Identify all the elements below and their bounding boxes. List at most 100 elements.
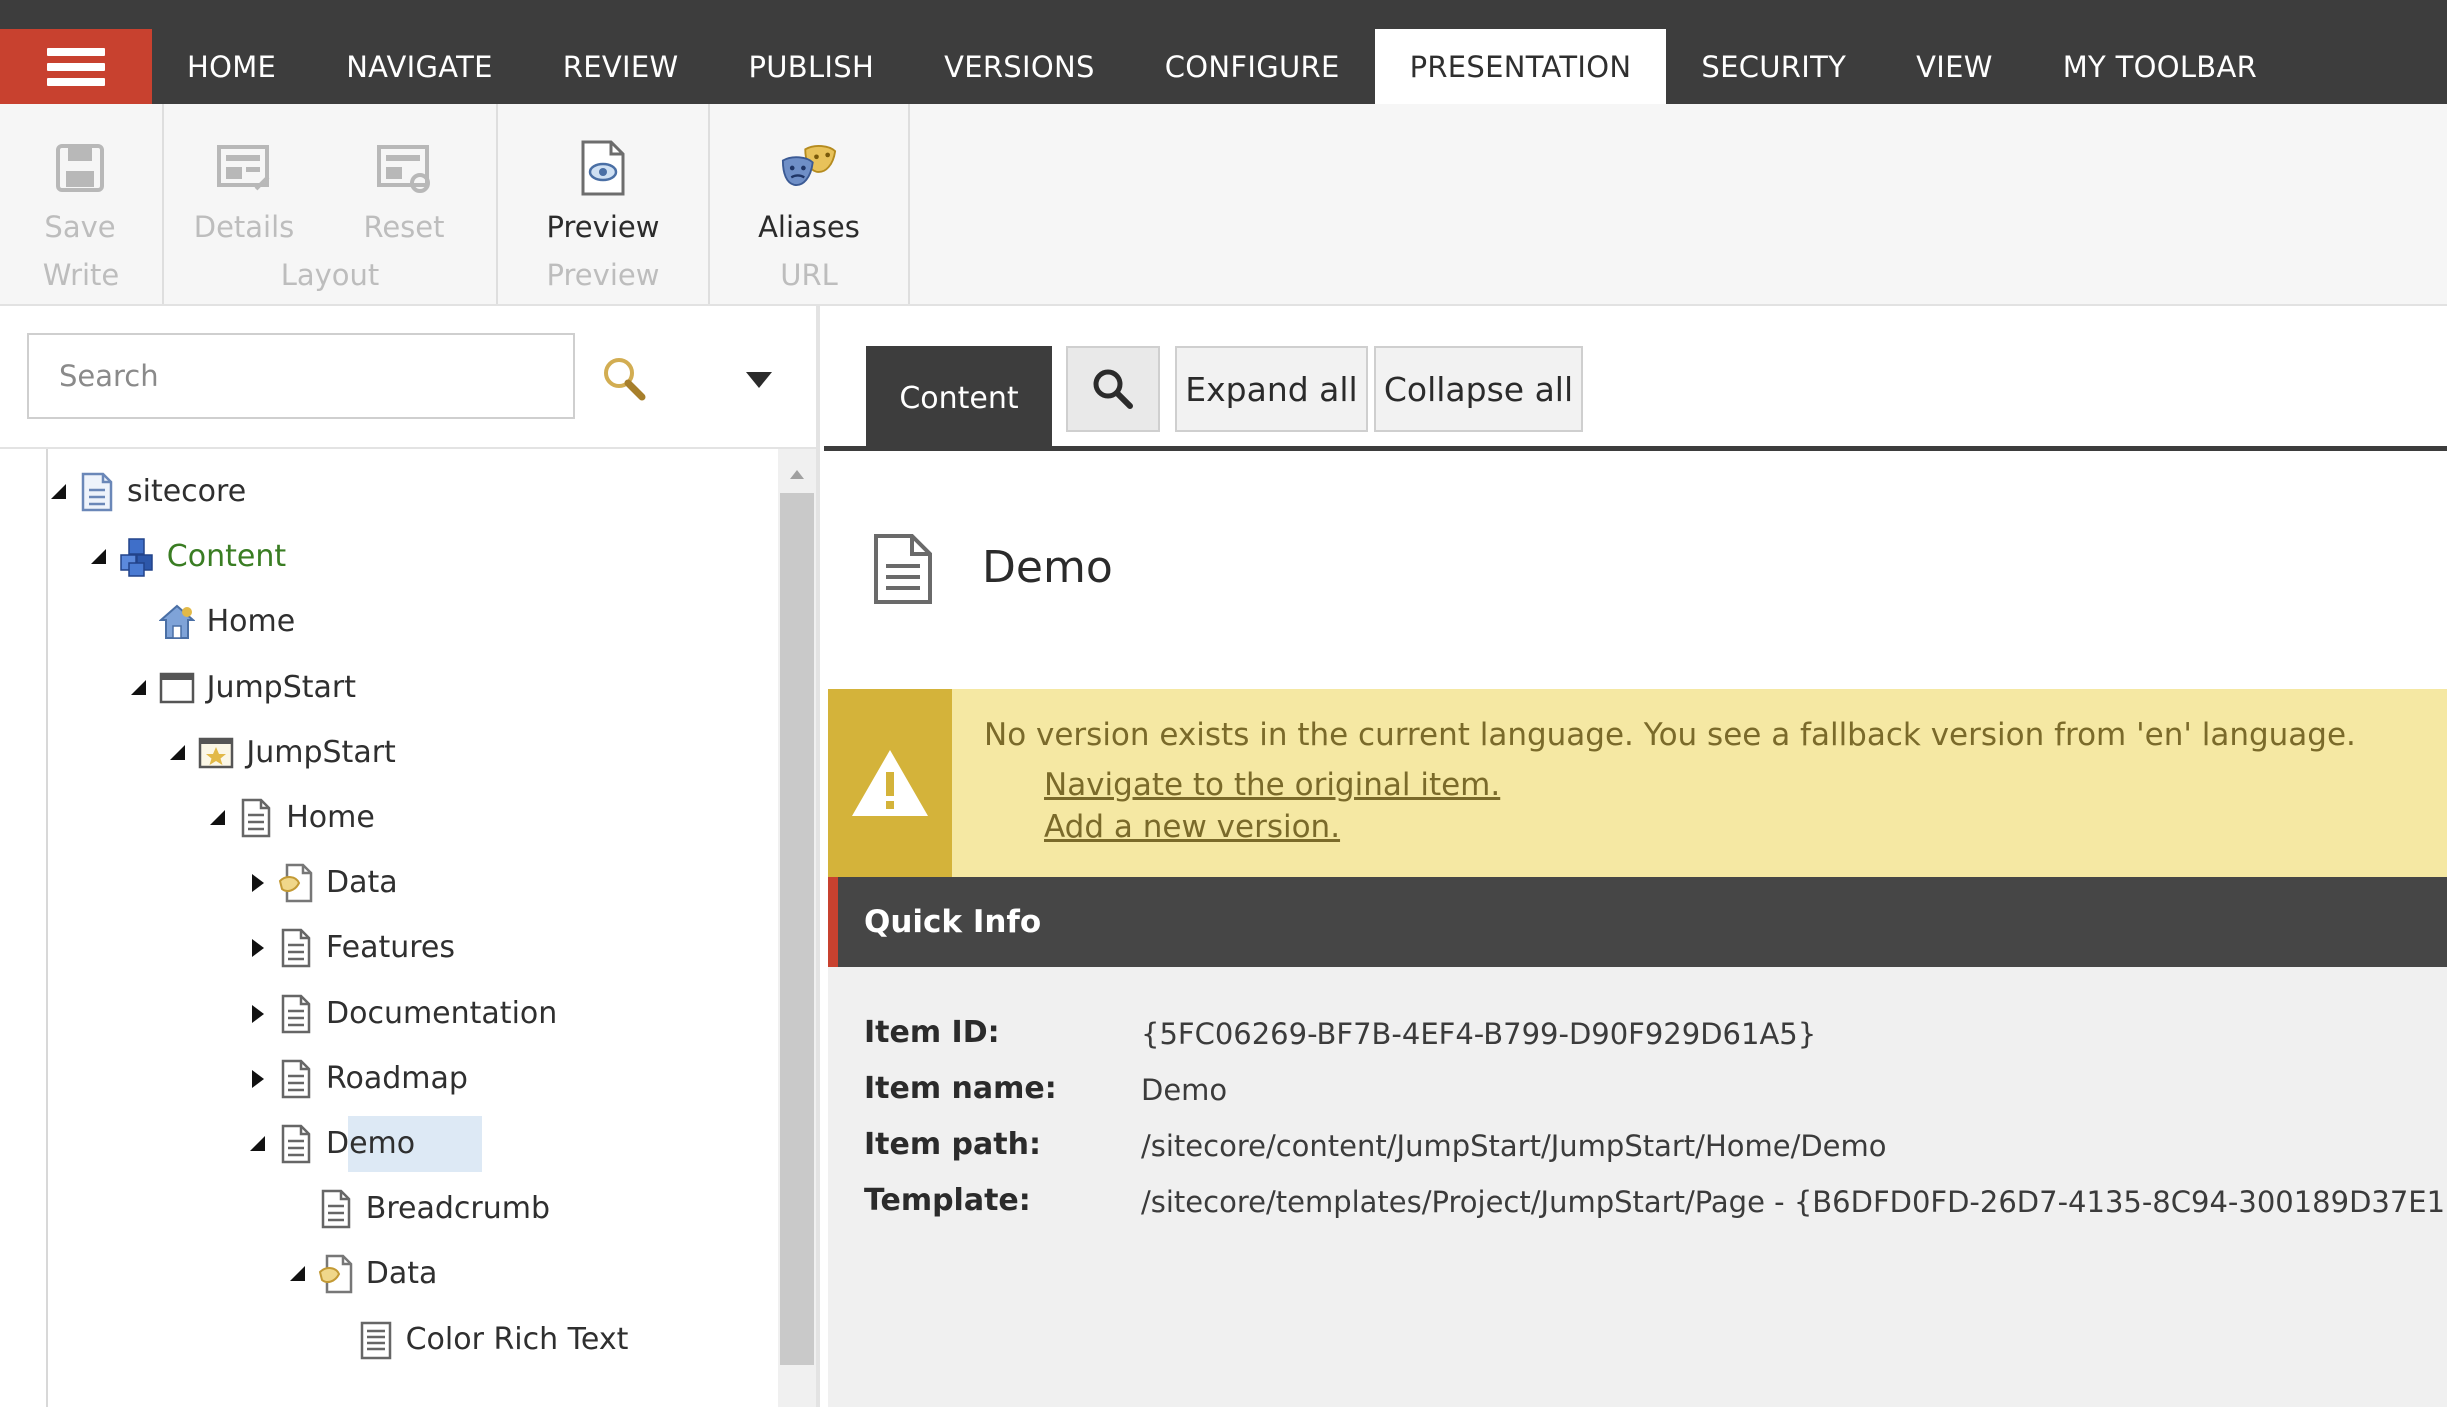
tree-node-content[interactable]: Content: [48, 529, 778, 585]
collapse-arrow-icon[interactable]: [48, 481, 70, 503]
quick-info-row-template: Template: /sitecore/templates/Project/Ju…: [828, 1177, 2447, 1227]
editor-search-button[interactable]: [1066, 346, 1160, 432]
page-icon: [870, 532, 936, 606]
quick-info-section-header[interactable]: Quick Info: [828, 877, 2447, 967]
quick-info-section: Item ID: {5FC06269-BF7B-4EF4-B799-D90F92…: [828, 967, 2447, 1407]
content-tree: sitecore Content Home JumpStart JumpStart Hom…: [46, 449, 778, 1407]
warning-triangle-icon: [852, 750, 928, 816]
tree-node-label[interactable]: Features: [326, 930, 455, 965]
tab-publish[interactable]: PUBLISH: [713, 29, 909, 104]
ribbon-tab-strip: HOME NAVIGATE REVIEW PUBLISH VERSIONS CO…: [152, 29, 2292, 104]
content-cubes-icon: [120, 538, 153, 577]
tree-node-data[interactable]: Data: [48, 855, 778, 911]
aliases-button[interactable]: Aliases: [710, 140, 908, 244]
tree-node-documentation[interactable]: Documentation: [48, 986, 778, 1042]
collapse-arrow-icon[interactable]: [207, 807, 229, 829]
tab-review[interactable]: REVIEW: [528, 29, 714, 104]
tree-node-demo[interactable]: Demo: [48, 1116, 778, 1172]
item-path-value[interactable]: /sitecore/content/JumpStart/JumpStart/Ho…: [1141, 1129, 1887, 1163]
expand-all-button[interactable]: Expand all: [1175, 346, 1368, 432]
scrollbar-thumb[interactable]: [780, 493, 814, 1365]
page-icon: [281, 929, 311, 968]
expand-arrow-icon[interactable]: [247, 937, 269, 959]
tree-node-label[interactable]: Data: [326, 865, 398, 900]
tree-scrollbar[interactable]: [778, 449, 816, 1407]
template-value[interactable]: /sitecore/templates/Project/JumpStart/Pa…: [1141, 1185, 2447, 1219]
tree-node-label[interactable]: Breadcrumb: [366, 1191, 550, 1226]
tree-node-label[interactable]: Home: [207, 604, 296, 639]
tree-node-label[interactable]: Demo: [326, 1126, 415, 1161]
ribbon-group-label: Write: [42, 258, 120, 292]
tree-node-label[interactable]: Documentation: [326, 996, 557, 1031]
collapse-arrow-icon[interactable]: [247, 1133, 269, 1155]
site-star-icon: [199, 737, 234, 769]
tree-node-data[interactable]: Data: [48, 1246, 778, 1302]
quick-info-label: Template:: [864, 1183, 1031, 1218]
tree-node-label[interactable]: Data: [366, 1256, 438, 1291]
tab-home[interactable]: HOME: [152, 29, 311, 104]
tab-view[interactable]: VIEW: [1881, 29, 2028, 104]
chevron-down-icon: [746, 372, 772, 388]
layout-reset-button[interactable]: Reset: [354, 140, 454, 244]
layout-details-button[interactable]: Details: [194, 140, 294, 244]
tree-node-label[interactable]: Content: [167, 539, 286, 574]
tree-node-roadmap[interactable]: Roadmap: [48, 1051, 778, 1107]
collapse-all-button[interactable]: Collapse all: [1374, 346, 1583, 432]
item-name-value[interactable]: Demo: [1141, 1073, 1227, 1107]
expand-arrow-icon[interactable]: [247, 1068, 269, 1090]
tab-security[interactable]: SECURITY: [1666, 29, 1881, 104]
hamburger-menu-button[interactable]: [0, 29, 152, 104]
document-blue-icon: [81, 472, 113, 512]
tree-search-button[interactable]: [600, 354, 650, 404]
preview-icon: [575, 140, 631, 196]
tree-node-home[interactable]: Home: [48, 594, 778, 650]
home-icon: [158, 605, 195, 640]
tree-node-label[interactable]: Home: [286, 800, 375, 835]
scroll-up-icon[interactable]: [788, 467, 806, 481]
item-id-value[interactable]: {5FC06269-BF7B-4EF4-B799-D90F929D61A5}: [1141, 1017, 1816, 1051]
tree-node-jumpstart[interactable]: JumpStart: [48, 725, 778, 781]
data-folder-icon: [318, 1255, 353, 1294]
add-new-version-link[interactable]: Add a new version.: [1044, 809, 1340, 845]
collapse-arrow-icon[interactable]: [88, 546, 110, 568]
ribbon-group-layout: Details Reset Layout: [164, 104, 498, 304]
tab-configure[interactable]: CONFIGURE: [1130, 29, 1375, 104]
tab-presentation[interactable]: PRESENTATION: [1374, 29, 1667, 104]
tree-node-breadcrumb[interactable]: Breadcrumb: [48, 1181, 778, 1237]
collapse-arrow-icon[interactable]: [287, 1263, 309, 1285]
content-tree-panel: sitecore Content Home JumpStart JumpStart Hom…: [0, 306, 820, 1407]
save-button[interactable]: Save: [0, 140, 160, 244]
quick-info-row-item-path: Item path: /sitecore/content/JumpStart/J…: [828, 1121, 2447, 1171]
tab-versions[interactable]: VERSIONS: [909, 29, 1130, 104]
data-folder-icon: [278, 863, 313, 903]
tree-node-sitecore[interactable]: sitecore: [48, 464, 778, 520]
tree-node-label[interactable]: Color Rich Text: [406, 1322, 629, 1357]
ribbon-group-url: Aliases URL: [710, 104, 910, 304]
content-tab[interactable]: Content: [866, 346, 1052, 450]
tree-node-jumpstart[interactable]: JumpStart: [48, 660, 778, 716]
expand-arrow-icon[interactable]: [247, 872, 269, 894]
quick-info-label: Item path:: [864, 1127, 1041, 1162]
tree-node-label[interactable]: JumpStart: [246, 735, 395, 770]
quick-info-row-item-name: Item name: Demo: [828, 1065, 2447, 1115]
search-input[interactable]: [27, 333, 575, 419]
preview-button[interactable]: Preview: [498, 140, 708, 244]
warning-side-bar: [828, 689, 952, 877]
navigate-to-original-link[interactable]: Navigate to the original item.: [1044, 767, 1500, 803]
tree-node-features[interactable]: Features: [48, 920, 778, 976]
tree-node-home[interactable]: Home: [48, 790, 778, 846]
search-options-dropdown[interactable]: [742, 366, 776, 392]
tree-node-label[interactable]: sitecore: [127, 474, 246, 509]
fallback-version-warning: No version exists in the current languag…: [828, 689, 2447, 877]
item-title: Demo: [982, 542, 1113, 593]
tree-node-label[interactable]: JumpStart: [207, 670, 356, 705]
tab-my-toolbar[interactable]: MY TOOLBAR: [2028, 29, 2292, 104]
collapse-arrow-icon[interactable]: [167, 742, 189, 764]
tab-navigate[interactable]: NAVIGATE: [311, 29, 528, 104]
page-icon: [321, 1189, 351, 1229]
expand-arrow-icon[interactable]: [247, 1003, 269, 1025]
tree-node-color-rich-text[interactable]: Color Rich Text: [48, 1312, 778, 1368]
tree-node-label[interactable]: Roadmap: [326, 1061, 468, 1096]
collapse-arrow-icon[interactable]: [128, 677, 150, 699]
ribbon-group-write: Save Write: [0, 104, 164, 304]
